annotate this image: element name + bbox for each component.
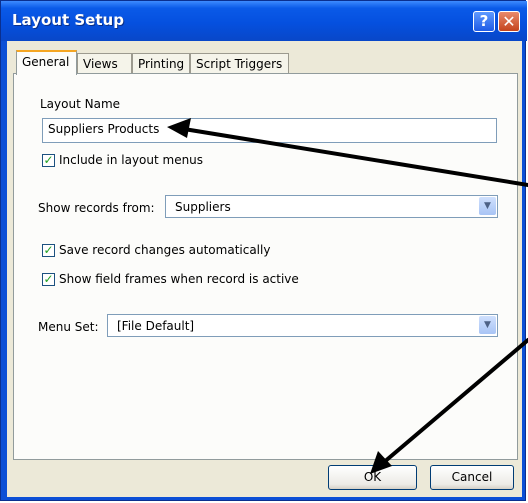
show-records-value: Suppliers: [175, 200, 231, 214]
close-button[interactable]: ✕: [498, 11, 520, 32]
tab-script-triggers[interactable]: Script Triggers: [190, 53, 289, 73]
layout-name-field[interactable]: Suppliers Products: [42, 118, 497, 143]
show-records-label: Show records from:: [38, 201, 155, 215]
chevron-down-icon[interactable]: ▼: [479, 197, 496, 215]
chevron-down-icon[interactable]: ▼: [479, 316, 496, 334]
save-changes-checkbox[interactable]: ✓: [42, 244, 55, 257]
title-bar[interactable]: Layout Setup ? ✕: [1, 1, 527, 41]
general-tab-panel: Layout Name Suppliers Products ✓ Include…: [13, 73, 518, 460]
save-changes-label: Save record changes automatically: [59, 243, 271, 257]
include-in-menus-label: Include in layout menus: [59, 153, 204, 167]
dialog-body: General Views Printing Script Triggers L…: [7, 41, 522, 497]
menu-set-dropdown[interactable]: [File Default] ▼: [107, 314, 498, 337]
show-field-frames-label: Show field frames when record is active: [59, 272, 299, 286]
layout-name-label: Layout Name: [40, 97, 121, 111]
menu-set-value: [File Default]: [117, 319, 195, 333]
cancel-button[interactable]: Cancel: [430, 465, 514, 490]
show-records-dropdown[interactable]: Suppliers ▼: [165, 195, 498, 218]
tab-views[interactable]: Views: [77, 53, 132, 73]
tab-general[interactable]: General: [16, 50, 77, 75]
menu-set-label: Menu Set:: [38, 320, 99, 334]
tab-printing[interactable]: Printing: [132, 53, 190, 73]
ok-button[interactable]: OK: [328, 465, 417, 490]
show-field-frames-checkbox[interactable]: ✓: [42, 273, 55, 286]
include-in-menus-checkbox[interactable]: ✓: [42, 154, 55, 167]
window-title: Layout Setup: [12, 11, 124, 29]
help-button[interactable]: ?: [473, 11, 495, 32]
layout-setup-window: Layout Setup ? ✕ General Views Printing …: [0, 0, 527, 501]
